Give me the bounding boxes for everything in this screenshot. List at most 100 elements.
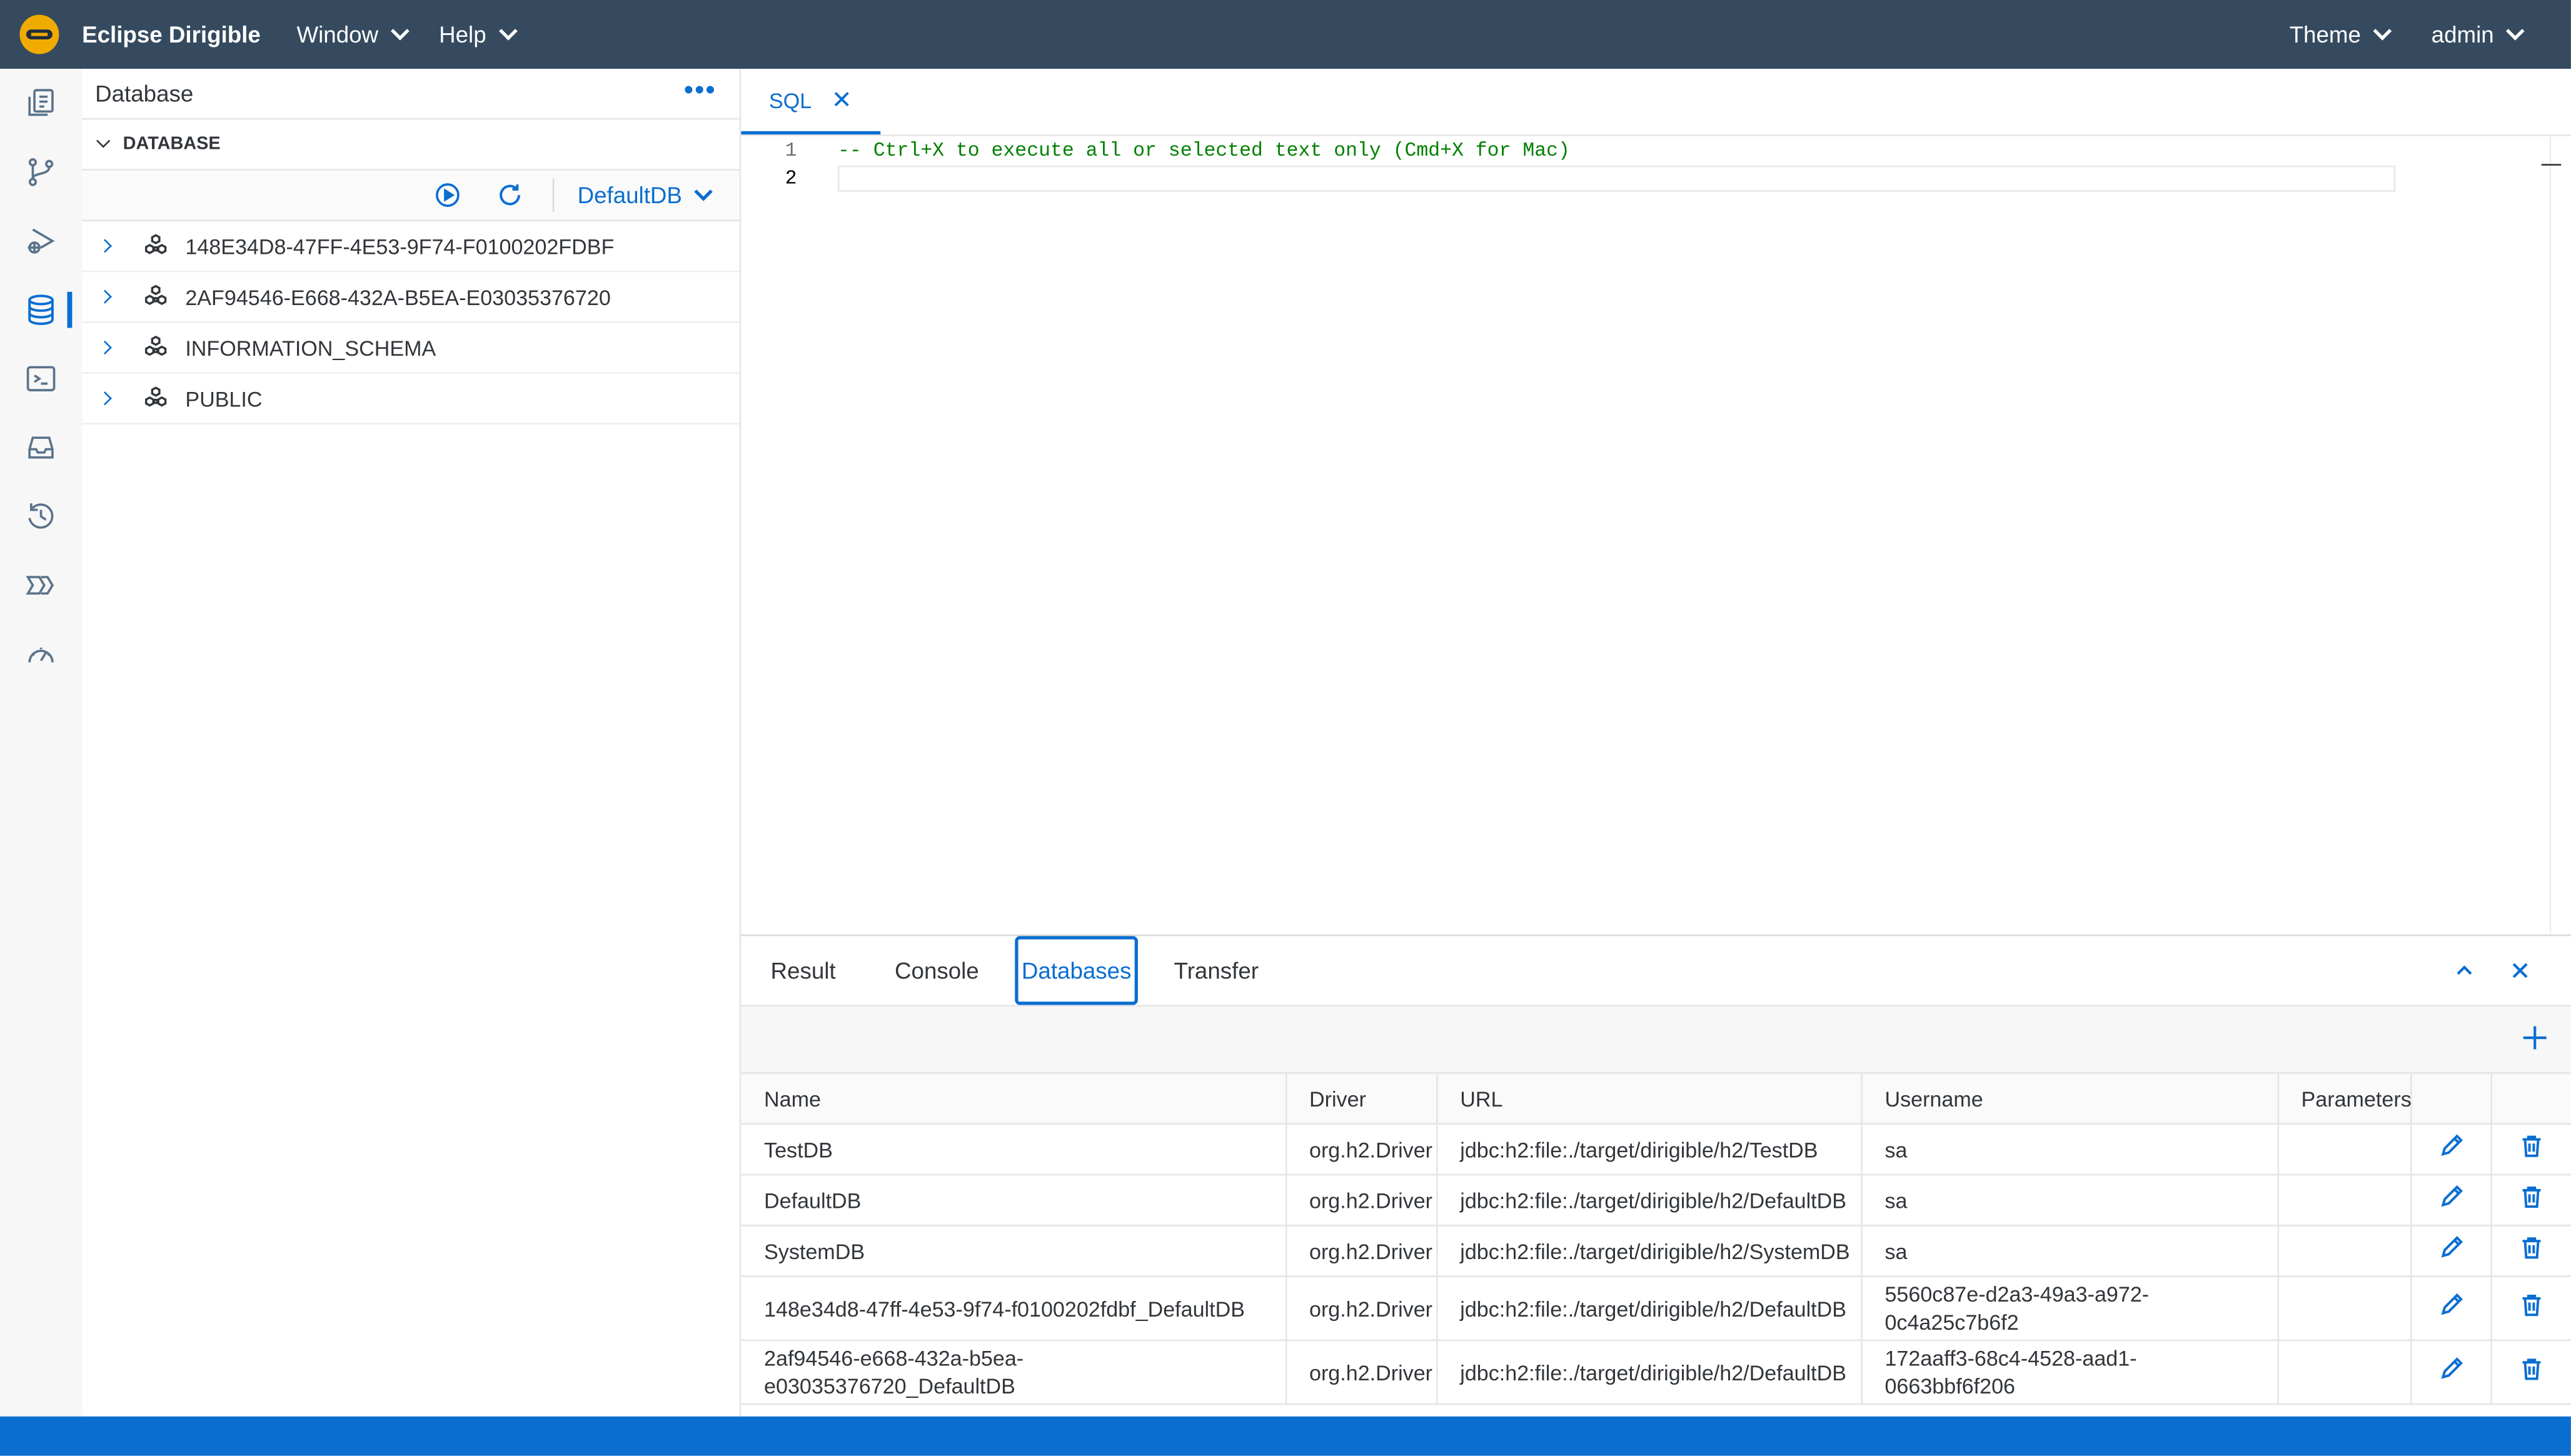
debug-icon[interactable] [0,206,82,275]
cell-name: 148e34d8-47ff-4e53-9f74-f0100202fdbf_Def… [741,1276,1287,1342]
edit-cell [2410,1225,2492,1277]
trash-icon[interactable] [2518,1133,2544,1159]
sql-editor[interactable]: 1 -- Ctrl+X to execute all or selected t… [741,136,2545,933]
dashboard-icon[interactable] [0,620,82,688]
delete-cell [2490,1174,2571,1227]
edit-icon[interactable] [2437,1292,2463,1318]
edit-cell [2410,1123,2492,1176]
top-bar: Eclipse Dirigible Window Help Theme admi… [0,0,2571,69]
terminal-icon[interactable] [0,344,82,413]
table-row: 2af94546-e668-432a-b5ea-e03035376720_Def… [741,1340,2571,1405]
refresh-icon[interactable] [491,176,530,215]
schema-icon [143,334,169,361]
tab-console[interactable]: Console [865,936,1009,1005]
database-sidebar: Database ••• DATABASE DefaultDB 148E34D8… [82,69,742,1417]
table-header-row: Name Driver URL Username Parameters [741,1073,2571,1125]
window-menu[interactable]: Window [296,21,410,48]
database-icon[interactable] [0,276,82,344]
trash-icon[interactable] [2518,1356,2544,1382]
schema-name: 2AF94546-E668-432A-B5EA-E03035376720 [185,284,611,309]
edit-icon[interactable] [2437,1235,2463,1261]
add-database-icon[interactable] [2522,1025,2548,1059]
chevron-down-icon [2505,21,2525,41]
git-branch-icon[interactable] [0,138,82,206]
editor-area: SQL ✕ 1 -- Ctrl+X to execute all or sele… [741,69,2571,935]
column-header-driver: Driver [1285,1073,1437,1125]
edit-icon[interactable] [2437,1133,2463,1159]
edit-icon[interactable] [2437,1356,2463,1382]
cell-parameters [2277,1276,2412,1342]
edit-icon[interactable] [2437,1183,2463,1210]
schema-icon [143,284,169,310]
more-options-icon[interactable]: ••• [684,78,717,104]
delete-cell [2490,1123,2571,1176]
current-line-highlight [838,165,2396,192]
chevron-down-icon [2373,21,2392,41]
chevron-right-icon[interactable] [98,391,112,406]
schema-name: INFORMATION_SCHEMA [185,335,436,360]
cell-url: jdbc:h2:file:./target/dirigible/h2/Syste… [1436,1225,1862,1277]
cell-username: 5560c87e-d2a3-49a3-a972-0c4a25c7b6f2 [1861,1276,2278,1342]
cell-name: SystemDB [741,1225,1287,1277]
app-title: Eclipse Dirigible [82,21,261,48]
schema-name: 148E34D8-47FF-4E53-9F74-F0100202FDBF [185,233,615,259]
operations-icon[interactable] [0,551,82,620]
editor-scrollbar[interactable] [2549,136,2552,933]
tab-sql[interactable]: SQL ✕ [741,69,880,135]
schema-tree-item[interactable]: 2AF94546-E668-432A-B5EA-E03035376720 [82,272,740,323]
database-select[interactable]: DefaultDB [577,182,713,209]
column-header-parameters: Parameters [2277,1073,2412,1125]
chevron-down-icon [694,182,713,201]
column-header-edit [2410,1073,2492,1125]
section-label: DATABASE [123,134,221,154]
cell-url: jdbc:h2:file:./target/dirigible/h2/TestD… [1436,1123,1862,1176]
schema-tree-item[interactable]: PUBLIC [82,374,740,425]
bottom-panel: Result Console Databases Transfer Name D… [741,934,2571,1418]
schema-tree-item[interactable]: INFORMATION_SCHEMA [82,323,740,374]
edit-cell [2410,1174,2492,1227]
tab-databases[interactable]: Databases [1015,936,1138,1005]
chevron-right-icon[interactable] [98,289,112,304]
cell-username: 172aaff3-68c4-4528-aad1-0663bbf6f206 [1861,1340,2278,1405]
run-icon[interactable] [428,176,468,215]
table-row: DefaultDB org.h2.Driver jdbc:h2:file:./tar… [741,1174,2571,1227]
column-header-name: Name [741,1073,1287,1125]
tab-transfer[interactable]: Transfer [1144,936,1288,1005]
cell-url: jdbc:h2:file:./target/dirigible/h2/Defau… [1436,1174,1862,1227]
delete-cell [2490,1225,2571,1277]
database-select-value: DefaultDB [577,182,682,209]
chevron-right-icon[interactable] [98,340,112,355]
help-menu[interactable]: Help [439,21,517,48]
cell-driver: org.h2.Driver [1285,1174,1437,1227]
toolbar-divider [553,178,555,212]
line-number: 2 [785,167,797,191]
window-menu-label: Window [296,21,379,48]
close-icon[interactable]: ✕ [832,85,852,115]
chevron-right-icon[interactable] [98,239,112,253]
schema-tree-item[interactable]: 148E34D8-47FF-4E53-9F74-F0100202FDBF [82,221,740,273]
chevron-up-icon[interactable] [2450,956,2479,985]
cell-name: 2af94546-e668-432a-b5ea-e03035376720_Def… [741,1340,1287,1405]
databases-table: Name Driver URL Username Parameters Test… [741,1073,2571,1405]
tab-result[interactable]: Result [741,936,865,1005]
history-icon[interactable] [0,482,82,551]
cell-driver: org.h2.Driver [1285,1340,1437,1405]
trash-icon[interactable] [2518,1235,2544,1261]
database-section-header[interactable]: DATABASE [82,118,740,169]
trash-icon[interactable] [2518,1183,2544,1210]
cell-name: TestDB [741,1123,1287,1176]
column-header-delete [2490,1073,2571,1125]
table-row: SystemDB org.h2.Driver jdbc:h2:file:./targ… [741,1225,2571,1277]
cell-url: jdbc:h2:file:./target/dirigible/h2/Defau… [1436,1276,1862,1342]
close-icon[interactable] [2505,956,2535,985]
inbox-icon[interactable] [0,413,82,482]
user-menu[interactable]: admin [2432,21,2525,48]
table-row: 148e34d8-47ff-4e53-9f74-f0100202fdbf_Def… [741,1276,2571,1342]
tab-sql-label: SQL [768,88,812,113]
edit-cell [2410,1340,2492,1405]
panel-tabs: Result Console Databases Transfer [741,936,2571,1007]
trash-icon[interactable] [2518,1292,2544,1318]
explorer-icon[interactable] [0,69,82,138]
editor-tabs: SQL ✕ [741,69,2571,136]
theme-menu[interactable]: Theme [2290,21,2392,48]
